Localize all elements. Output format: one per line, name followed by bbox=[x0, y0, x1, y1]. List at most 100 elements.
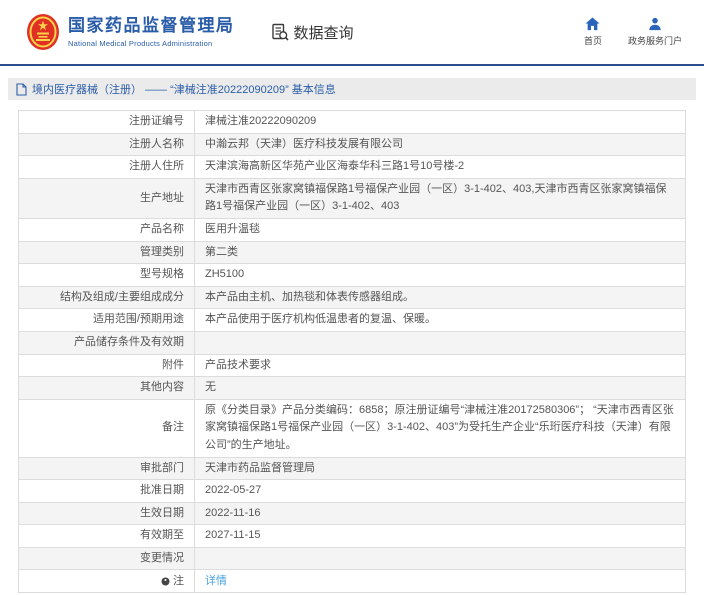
row-label: 结构及组成/主要组成成分 bbox=[19, 287, 195, 309]
nav-gov-portal[interactable]: 政务服务门户 bbox=[628, 17, 682, 47]
row-label: 备注 bbox=[19, 400, 195, 457]
table-row: 生效日期 2022-11-16 bbox=[19, 503, 685, 526]
row-label-text: 备注 bbox=[162, 419, 184, 437]
header-divider bbox=[0, 64, 704, 66]
table-row: 备注 原《分类目录》产品分类编码：6858；原注册证编号“津械注准20172580… bbox=[19, 400, 685, 458]
site-title: 国家药品监督管理局 bbox=[68, 16, 235, 36]
row-label: 生效日期 bbox=[19, 503, 195, 525]
row-label-text: 附件 bbox=[162, 357, 184, 375]
doc-search-icon bbox=[271, 23, 290, 42]
table-row: 其他内容 无 bbox=[19, 377, 685, 400]
row-value-text: 天津滨海高新区华苑产业区海泰华科三路1号10号楼-2 bbox=[205, 158, 464, 176]
row-value-text: 2022-11-16 bbox=[205, 505, 260, 523]
row-value: 2022-05-27 bbox=[195, 480, 685, 502]
row-label: 注册人住所 bbox=[19, 156, 195, 178]
logo-text: 国家药品监督管理局 National Medical Products Admi… bbox=[68, 16, 235, 47]
row-value: 医用升温毯 bbox=[195, 219, 685, 241]
row-value: 本产品由主机、加热毯和体表传感器组成。 bbox=[195, 287, 685, 309]
row-value: 天津市西青区张家窝镇福保路1号福保产业园（一区）3-1-402、403,天津市西… bbox=[195, 179, 685, 218]
table-row: 注详情 bbox=[19, 570, 685, 592]
table-row: 审批部门 天津市药品监督管理局 bbox=[19, 458, 685, 481]
row-value: 天津滨海高新区华苑产业区海泰华科三路1号10号楼-2 bbox=[195, 156, 685, 178]
row-value-text: 本产品使用于医疗机构低温患者的复温、保暖。 bbox=[205, 311, 436, 329]
row-value: ZH5100 bbox=[195, 264, 685, 286]
row-value-text: 2027-11-15 bbox=[205, 527, 260, 545]
table-row: 注册人名称中瀚云邦（天津）医疗科技发展有限公司 bbox=[19, 134, 685, 157]
row-label-text: 注册证编号 bbox=[129, 113, 184, 131]
row-value: 2022-11-16 bbox=[195, 503, 685, 525]
row-label-text: 审批部门 bbox=[140, 460, 184, 478]
page-title: 境内医疗器械（注册） —— “津械注准20222090209” 基本信息 bbox=[32, 81, 336, 97]
row-value-text: 天津市西青区张家窝镇福保路1号福保产业园（一区）3-1-402、403,天津市西… bbox=[205, 181, 675, 216]
row-label: 注册人名称 bbox=[19, 134, 195, 156]
table-row: 变更情况 bbox=[19, 548, 685, 571]
nav-home-label: 首页 bbox=[584, 34, 602, 47]
header: 国家药品监督管理局 National Medical Products Admi… bbox=[0, 0, 704, 64]
row-value: 产品技术要求 bbox=[195, 355, 685, 377]
table-row: 附件 产品技术要求 bbox=[19, 355, 685, 378]
national-emblem-icon bbox=[26, 13, 60, 51]
row-label: 注册证编号 bbox=[19, 111, 195, 133]
row-label-text: 注册人名称 bbox=[129, 136, 184, 154]
row-label-text: 批准日期 bbox=[140, 482, 184, 500]
table-row: 有效期至 2027-11-15 bbox=[19, 525, 685, 548]
table-row: 结构及组成/主要组成成分 本产品由主机、加热毯和体表传感器组成。 bbox=[19, 287, 685, 310]
row-value-text: 原《分类目录》产品分类编码：6858；原注册证编号“津械注准2017258030… bbox=[205, 402, 675, 455]
table-row: 生产地址 天津市西青区张家窝镇福保路1号福保产业园（一区）3-1-402、403,… bbox=[19, 179, 685, 219]
table-row: 产品储存条件及有效期 bbox=[19, 332, 685, 355]
row-label: 审批部门 bbox=[19, 458, 195, 480]
row-value: 津械注准20222090209 bbox=[195, 111, 685, 133]
row-value: 天津市药品监督管理局 bbox=[195, 458, 685, 480]
table-row: 型号规格 ZH5100 bbox=[19, 264, 685, 287]
document-icon bbox=[16, 83, 27, 96]
row-value: 中瀚云邦（天津）医疗科技发展有限公司 bbox=[195, 134, 685, 156]
row-label: 管理类别 bbox=[19, 242, 195, 264]
row-label-text: 其他内容 bbox=[140, 379, 184, 397]
row-value-text: 医用升温毯 bbox=[205, 221, 260, 239]
note-icon bbox=[161, 577, 170, 586]
row-value bbox=[195, 332, 685, 354]
nmpa-logo[interactable]: 国家药品监督管理局 National Medical Products Admi… bbox=[26, 13, 235, 51]
row-value: 第二类 bbox=[195, 242, 685, 264]
row-value-text: 产品技术要求 bbox=[205, 357, 271, 375]
row-value-text: 天津市药品监督管理局 bbox=[205, 460, 315, 478]
nav-home[interactable]: 首页 bbox=[584, 17, 602, 47]
site-subtitle: National Medical Products Administration bbox=[68, 39, 235, 48]
row-value: 无 bbox=[195, 377, 685, 399]
nav-gov-portal-label: 政务服务门户 bbox=[628, 34, 682, 47]
row-label-text: 型号规格 bbox=[140, 266, 184, 284]
details-link[interactable]: 详情 bbox=[195, 570, 685, 592]
row-label: 有效期至 bbox=[19, 525, 195, 547]
table-row: 注册人住所 天津滨海高新区华苑产业区海泰华科三路1号10号楼-2 bbox=[19, 156, 685, 179]
row-value-text: 2022-05-27 bbox=[205, 482, 261, 500]
row-value bbox=[195, 548, 685, 570]
row-label-text: 有效期至 bbox=[140, 527, 184, 545]
row-label: 适用范围/预期用途 bbox=[19, 309, 195, 331]
row-label-text: 生产地址 bbox=[140, 190, 184, 208]
row-value: 原《分类目录》产品分类编码：6858；原注册证编号“津械注准2017258030… bbox=[195, 400, 685, 457]
row-label: 产品储存条件及有效期 bbox=[19, 332, 195, 354]
row-value-text: 无 bbox=[205, 379, 216, 397]
row-label-text: 变更情况 bbox=[140, 550, 184, 568]
row-label-text: 适用范围/预期用途 bbox=[93, 311, 184, 329]
table-row: 管理类别第二类 bbox=[19, 242, 685, 265]
table-row: 适用范围/预期用途 本产品使用于医疗机构低温患者的复温、保暖。 bbox=[19, 309, 685, 332]
row-value-text: ZH5100 bbox=[205, 266, 244, 284]
row-label: 其他内容 bbox=[19, 377, 195, 399]
page: 国家药品监督管理局 National Medical Products Admi… bbox=[0, 0, 704, 593]
table-row: 批准日期 2022-05-27 bbox=[19, 480, 685, 503]
info-table: 注册证编号 津械注准20222090209 注册人名称中瀚云邦（天津）医疗科技发展有… bbox=[18, 110, 686, 593]
row-label: 产品名称 bbox=[19, 219, 195, 241]
row-label-text: 结构及组成/主要组成成分 bbox=[60, 289, 184, 307]
user-icon bbox=[648, 17, 662, 31]
data-query-tab[interactable]: 数据查询 bbox=[271, 22, 354, 43]
table-row: 注册证编号 津械注准20222090209 bbox=[19, 111, 685, 134]
row-value-text: 本产品由主机、加热毯和体表传感器组成。 bbox=[205, 289, 414, 307]
row-label-text: 生效日期 bbox=[140, 505, 184, 523]
row-label: 生产地址 bbox=[19, 179, 195, 218]
home-icon bbox=[585, 17, 600, 31]
row-value-text: 津械注准20222090209 bbox=[205, 113, 316, 131]
row-label-text: 产品名称 bbox=[140, 221, 184, 239]
row-label: 型号规格 bbox=[19, 264, 195, 286]
row-label-text: 注册人住所 bbox=[129, 158, 184, 176]
